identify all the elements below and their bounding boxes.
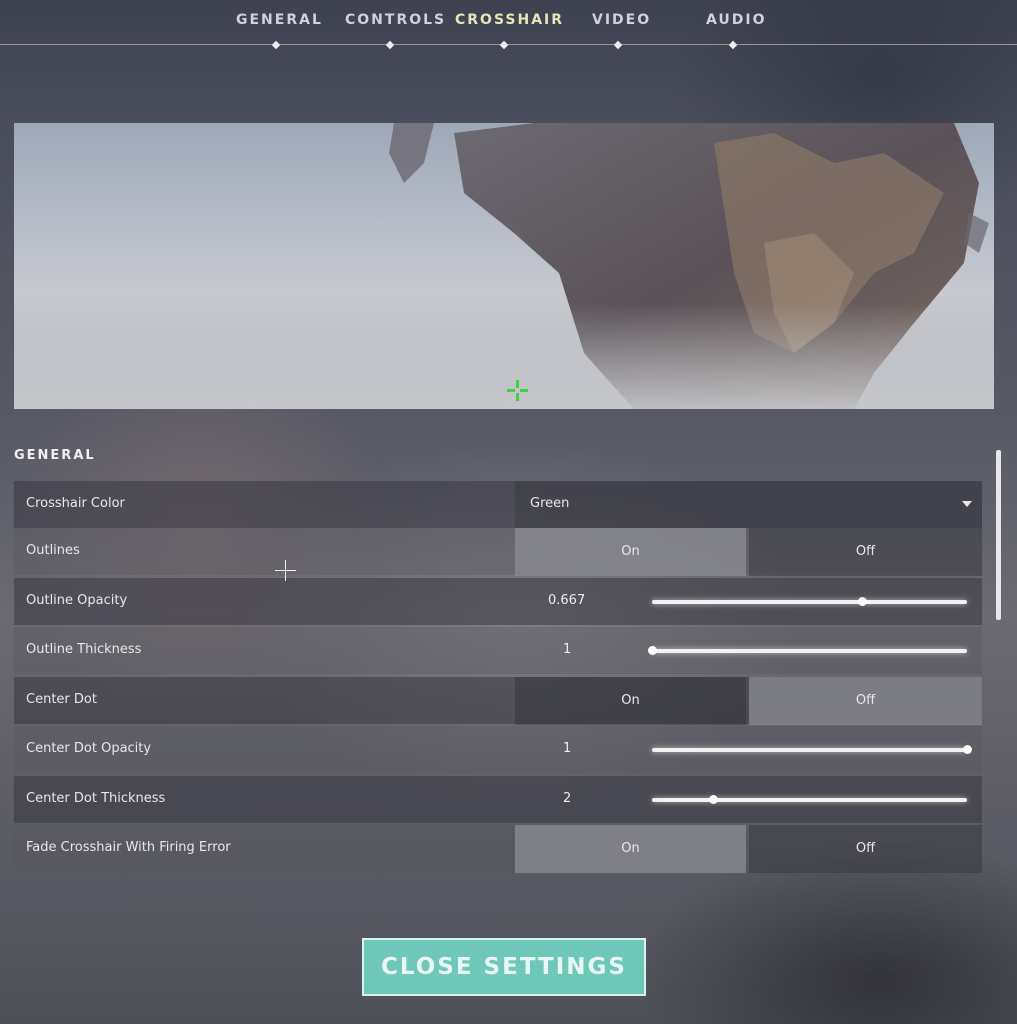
- close-settings-button[interactable]: CLOSE SETTINGS: [362, 938, 646, 996]
- setting-row-outline-thickness: Outline Thickness 1: [14, 627, 982, 674]
- setting-row-center-dot-thickness: Center Dot Thickness 2: [14, 776, 982, 823]
- setting-row-center-dot-opacity: Center Dot Opacity 1: [14, 726, 982, 773]
- setting-row-fade-crosshair: Fade Crosshair With Firing Error On Off: [14, 825, 982, 873]
- center-dot-toggle: On Off: [515, 677, 982, 725]
- setting-row-center-dot: Center Dot On Off: [14, 677, 982, 725]
- center-dot-thickness-value[interactable]: 2: [563, 791, 571, 806]
- tab-video[interactable]: VIDEO: [592, 12, 649, 50]
- crosshair-preview: [14, 123, 994, 409]
- tab-controls[interactable]: CONTROLS: [345, 12, 444, 50]
- setting-row-crosshair-color: Crosshair Color Green: [14, 481, 982, 528]
- tab-general-label: GENERAL: [236, 12, 323, 28]
- outlines-on-button[interactable]: On: [515, 528, 746, 576]
- setting-label: Outline Opacity: [26, 593, 128, 608]
- outline-opacity-value[interactable]: 0.667: [548, 593, 585, 608]
- tab-indicator-icon: [613, 40, 623, 50]
- tab-audio-label: AUDIO: [706, 12, 767, 28]
- setting-label: Center Dot: [26, 692, 97, 707]
- tab-indicator-icon: [271, 40, 281, 50]
- setting-label: Crosshair Color: [26, 496, 125, 511]
- settings-tab-bar: GENERAL CONTROLS CROSSHAIR VIDEO AUDIO: [0, 0, 1017, 50]
- mouse-cursor-icon: [275, 560, 296, 581]
- setting-label: Center Dot Thickness: [26, 791, 166, 806]
- tab-crosshair[interactable]: CROSSHAIR: [455, 12, 562, 50]
- tab-general[interactable]: GENERAL: [236, 12, 321, 50]
- scrollbar[interactable]: [996, 450, 1001, 620]
- fade-crosshair-toggle: On Off: [515, 825, 982, 873]
- center-dot-opacity-slider[interactable]: [652, 745, 972, 754]
- outline-thickness-slider[interactable]: [648, 646, 967, 655]
- center-dot-opacity-value[interactable]: 1: [563, 741, 571, 756]
- slider-knob[interactable]: [963, 745, 972, 754]
- outline-thickness-control: 1: [515, 627, 982, 674]
- setting-label: Fade Crosshair With Firing Error: [26, 840, 231, 855]
- outline-thickness-value[interactable]: 1: [563, 642, 571, 657]
- fade-crosshair-on-button[interactable]: On: [515, 825, 746, 873]
- slider-knob[interactable]: [709, 795, 718, 804]
- outline-opacity-slider[interactable]: [652, 597, 967, 606]
- setting-label: Outlines: [26, 543, 80, 558]
- preview-background-image: [14, 123, 994, 409]
- center-dot-opacity-control: 1: [515, 726, 982, 773]
- setting-label: Outline Thickness: [26, 642, 142, 657]
- dropdown-value: Green: [530, 496, 570, 511]
- setting-label: Center Dot Opacity: [26, 741, 152, 756]
- section-title: GENERAL: [14, 448, 96, 463]
- center-dot-thickness-control: 2: [515, 776, 982, 823]
- outline-opacity-control: 0.667: [515, 578, 982, 625]
- tab-indicator-icon: [499, 40, 508, 50]
- center-dot-thickness-slider[interactable]: [652, 795, 967, 804]
- tab-bar-divider: [0, 44, 1017, 45]
- tab-indicator-icon: [385, 40, 395, 50]
- chevron-down-icon: [962, 501, 972, 507]
- tab-controls-label: CONTROLS: [345, 12, 447, 28]
- center-dot-on-button[interactable]: On: [515, 677, 746, 725]
- slider-knob[interactable]: [858, 597, 867, 606]
- crosshair-preview-icon: [507, 380, 528, 401]
- fade-crosshair-off-button[interactable]: Off: [749, 825, 982, 873]
- outlines-off-button[interactable]: Off: [749, 528, 982, 576]
- setting-row-outlines: Outlines On Off: [14, 528, 982, 576]
- center-dot-off-button[interactable]: Off: [749, 677, 982, 725]
- tab-crosshair-label: CROSSHAIR: [455, 12, 565, 28]
- crosshair-color-dropdown[interactable]: Green: [515, 481, 982, 528]
- slider-knob[interactable]: [648, 646, 657, 655]
- outlines-toggle: On Off: [515, 528, 982, 576]
- tab-indicator-icon: [728, 40, 738, 50]
- setting-row-outline-opacity: Outline Opacity 0.667: [14, 578, 982, 625]
- tab-video-label: VIDEO: [592, 12, 652, 28]
- tab-audio[interactable]: AUDIO: [706, 12, 765, 50]
